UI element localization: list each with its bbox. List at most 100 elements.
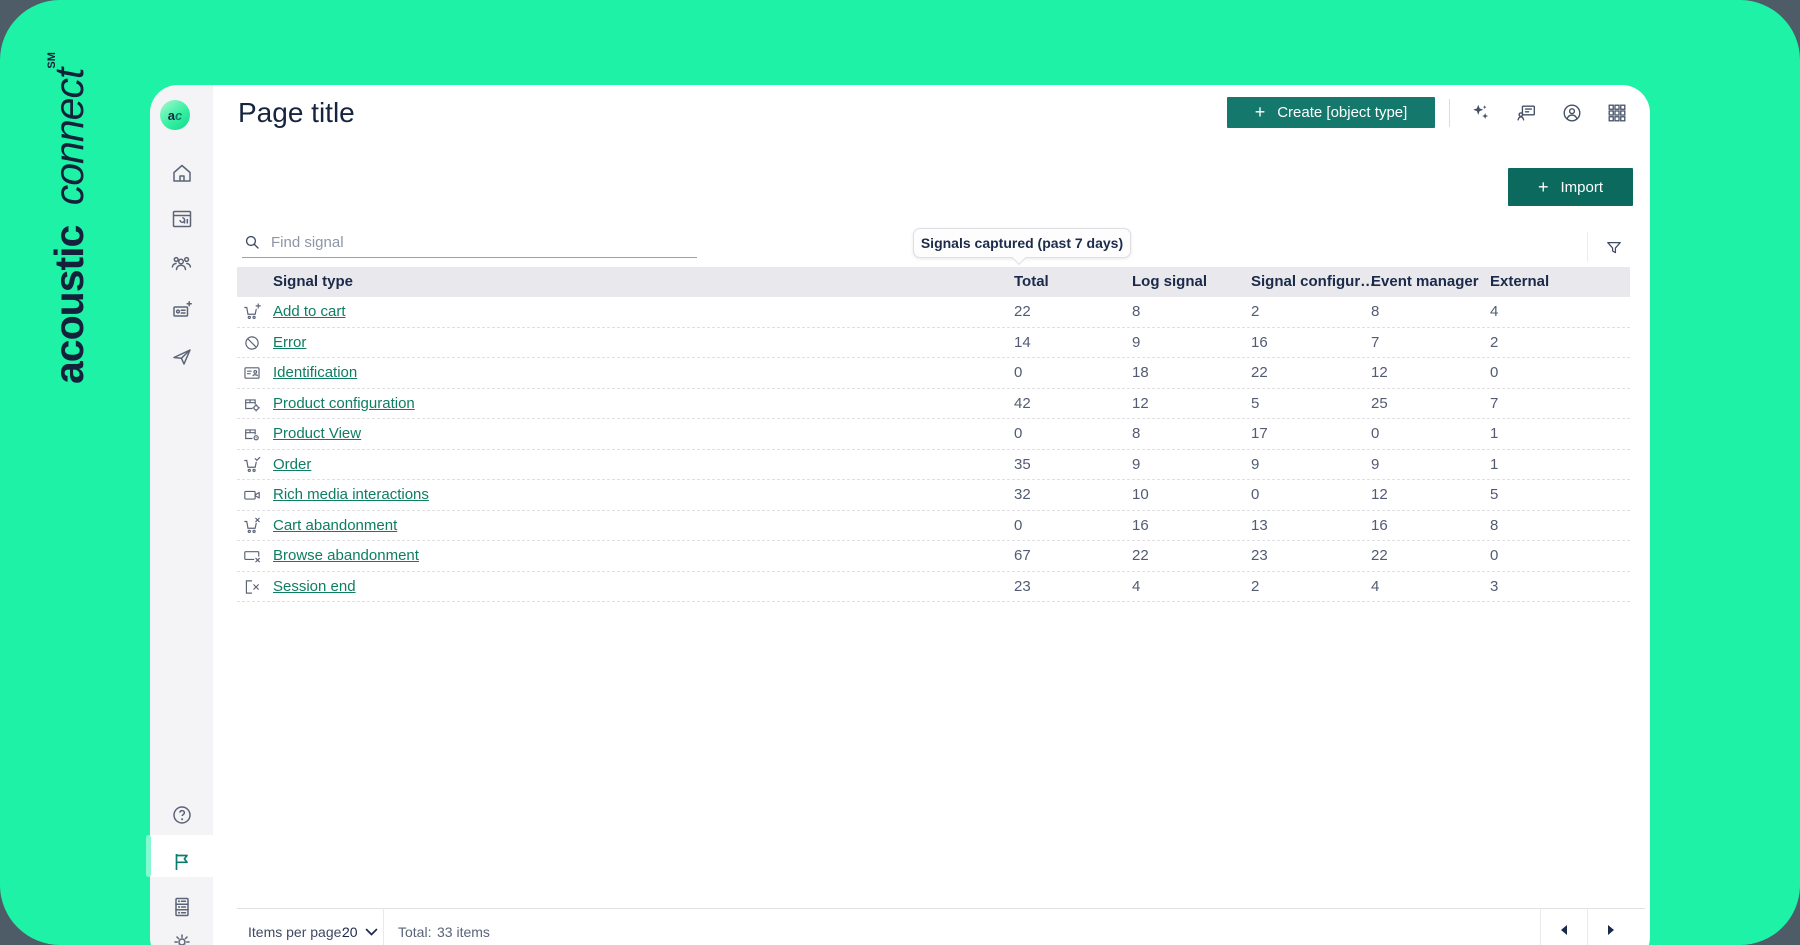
sidebar-item-content[interactable] (165, 294, 199, 328)
cell-signal-config: 16 (1251, 328, 1268, 358)
cell-log-signal: 8 (1132, 297, 1140, 327)
app-canvas: acoustic connectSM ac (0, 0, 1800, 945)
next-page-button[interactable] (1587, 908, 1634, 945)
table-row: Add to cart 22 8 2 8 4 (237, 297, 1630, 328)
cell-external: 0 (1490, 541, 1498, 571)
error-icon (243, 334, 261, 352)
col-log-signal: Log signal (1132, 267, 1207, 297)
create-button[interactable]: + Create [object type] (1227, 97, 1435, 128)
sidebar-item-audience[interactable] (165, 247, 199, 281)
cell-signal-config: 23 (1251, 541, 1268, 571)
cell-external: 2 (1490, 328, 1498, 358)
filter-divider (1587, 232, 1588, 262)
cell-event-manager: 4 (1371, 572, 1379, 602)
signal-link[interactable]: Product View (273, 419, 361, 449)
table-row: Error 14 9 16 7 2 (237, 328, 1630, 359)
signal-link[interactable]: Rich media interactions (273, 480, 429, 510)
signal-link[interactable]: Identification (273, 358, 357, 388)
header-apps-button[interactable] (1606, 102, 1628, 124)
signal-link[interactable]: Error (273, 328, 306, 358)
avatar-letter-c: c (175, 108, 182, 123)
cell-log-signal: 10 (1132, 480, 1149, 510)
table-row: Session end 23 4 2 4 3 (237, 572, 1630, 603)
table-row: Product View 0 8 17 0 1 (237, 419, 1630, 450)
signal-link[interactable]: Product configuration (273, 389, 415, 419)
cell-log-signal: 8 (1132, 419, 1140, 449)
home-icon (170, 161, 194, 185)
col-signal-config: Signal configur… (1251, 267, 1375, 297)
import-button[interactable]: + Import (1508, 168, 1633, 206)
table-row: Order 35 9 9 9 1 (237, 450, 1630, 481)
avatar-letter-a: a (168, 108, 175, 123)
items-per-page-label: Items per page: (248, 923, 345, 941)
tooltip-caret (1012, 250, 1026, 264)
search-input[interactable] (269, 233, 695, 252)
product-config-icon (243, 395, 261, 413)
sidebar-item-home[interactable] (165, 156, 199, 190)
col-signal-type: Signal type (273, 267, 353, 297)
signal-link[interactable]: Add to cart (273, 297, 346, 327)
cell-event-manager: 0 (1371, 419, 1379, 449)
table-header: Signal type Total Log signal Signal conf… (237, 267, 1630, 297)
cell-total: 23 (1014, 572, 1031, 602)
signal-link[interactable]: Browse abandonment (273, 541, 419, 571)
signal-link[interactable]: Session end (273, 572, 356, 602)
plus-icon: + (1255, 102, 1266, 123)
cell-total: 67 (1014, 541, 1031, 571)
items-per-page-select[interactable]: 20 (342, 920, 394, 944)
col-event-manager: Event manager (1371, 267, 1479, 297)
search-icon (244, 234, 261, 251)
items-per-page-value: 20 (342, 924, 358, 940)
cell-external: 1 (1490, 450, 1498, 480)
cell-event-manager: 9 (1371, 450, 1379, 480)
plus-icon: + (1538, 177, 1549, 198)
account-avatar[interactable]: ac (160, 100, 190, 130)
cell-signal-config: 17 (1251, 419, 1268, 449)
filter-button[interactable] (1602, 236, 1626, 260)
sidebar-item-signals[interactable] (165, 845, 199, 879)
cell-log-signal: 18 (1132, 358, 1149, 388)
cell-external: 7 (1490, 389, 1498, 419)
cell-external: 5 (1490, 480, 1498, 510)
import-button-label: Import (1561, 179, 1604, 196)
sidebar-item-settings[interactable] (165, 925, 199, 945)
previous-page-icon (1558, 924, 1570, 936)
dashboard-icon (170, 207, 194, 231)
cell-log-signal: 9 (1132, 328, 1140, 358)
flag-icon (170, 850, 194, 874)
table-row: Cart abandonment 0 16 13 16 8 (237, 511, 1630, 542)
forms-icon (170, 895, 194, 919)
cell-external: 0 (1490, 358, 1498, 388)
table-row: Product configuration 42 12 5 25 7 (237, 389, 1630, 420)
cell-external: 1 (1490, 419, 1498, 449)
cell-log-signal: 4 (1132, 572, 1140, 602)
col-external: External (1490, 267, 1549, 297)
signal-link[interactable]: Cart abandonment (273, 511, 397, 541)
previous-page-button[interactable] (1540, 908, 1587, 945)
table-row: Browse abandonment 67 22 23 22 0 (237, 541, 1630, 572)
sidebar-item-dashboard[interactable] (165, 202, 199, 236)
cell-event-manager: 25 (1371, 389, 1388, 419)
sparkle-icon (1470, 102, 1492, 124)
identification-icon (243, 364, 261, 382)
header-account-button[interactable] (1561, 102, 1583, 124)
table-row: Identification 0 18 22 12 0 (237, 358, 1630, 389)
signal-link[interactable]: Order (273, 450, 311, 480)
chevron-down-icon (365, 928, 378, 937)
cell-event-manager: 12 (1371, 480, 1388, 510)
sidebar-item-help[interactable] (165, 798, 199, 832)
cell-signal-config: 9 (1251, 450, 1259, 480)
cell-total: 42 (1014, 389, 1031, 419)
video-icon (243, 486, 261, 504)
cart-plus-icon (243, 303, 261, 321)
sidebar-item-send[interactable] (165, 339, 199, 373)
header-announcement-button[interactable] (1516, 102, 1538, 124)
header-sparkle-button[interactable] (1470, 102, 1492, 124)
cell-event-manager: 7 (1371, 328, 1379, 358)
table-body: Add to cart 22 8 2 8 4 Error 14 9 16 7 2 (237, 297, 1630, 602)
brand-word-acoustic: acoustic (46, 226, 92, 384)
sidebar-item-forms[interactable] (165, 890, 199, 924)
app-grid-icon (1606, 102, 1628, 124)
cell-signal-config: 0 (1251, 480, 1259, 510)
cell-total: 0 (1014, 511, 1022, 541)
